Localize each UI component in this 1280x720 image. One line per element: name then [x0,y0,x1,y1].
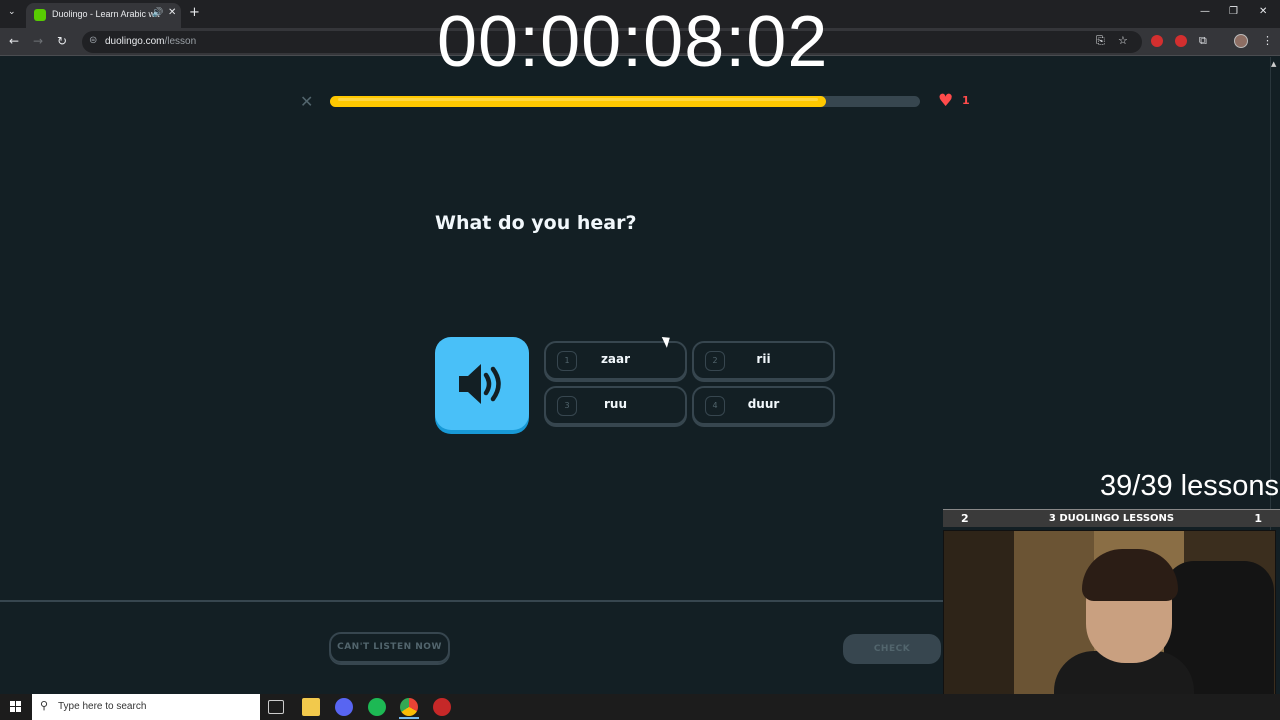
lesson-progress-fill [330,96,826,107]
discord-icon[interactable] [335,698,353,716]
choice-option-2[interactable]: 2 rii [692,341,835,380]
speaker-icon[interactable]: 🔊 [152,8,163,18]
obs-icon[interactable] [433,698,451,716]
challenge-prompt: What do you hear? [435,212,637,234]
chrome-icon[interactable] [400,698,418,716]
install-app-icon[interactable]: ⎘ [1096,34,1105,48]
bookmark-star-icon[interactable]: ☆ [1118,34,1128,47]
heart-icon: ♥ [938,91,954,111]
choice-label: duur [747,397,780,411]
tab-search-icon[interactable]: ⌄ [8,7,16,17]
windows-taskbar: ⚲ Type here to search [0,694,1280,720]
extensions-puzzle-icon[interactable]: ⧉ [1199,34,1207,48]
restore-icon[interactable]: ❐ [1229,6,1238,17]
forward-icon[interactable]: → [33,34,43,48]
tab-title: Duolingo - Learn Arabic with [52,9,160,19]
spotify-icon[interactable] [368,698,386,716]
extension-icon[interactable] [1151,35,1163,47]
back-icon[interactable]: ← [9,34,19,48]
choice-label: rii [756,352,771,366]
profile-avatar[interactable] [1234,34,1248,48]
taskbar-search-placeholder: Type here to search [58,701,147,712]
url-text: duolingo.com/lesson [105,36,196,47]
choice-label: ruu [603,397,627,411]
check-button[interactable]: CHECK [843,634,941,664]
choice-label: zaar [600,352,631,366]
site-info-icon[interactable]: ⊜ [89,35,97,46]
webcam-background [944,531,1014,714]
task-view-icon[interactable] [268,700,284,714]
progress-shine [338,98,818,101]
lessons-counter: 39/39 lessons [1100,470,1279,502]
choice-option-3[interactable]: 3 ruu [544,386,687,425]
chrome-active-indicator [399,717,419,719]
file-explorer-icon[interactable] [302,698,320,716]
banner-title: 3 DUOLINGO LESSONS [1048,513,1175,524]
webcam-feed [943,530,1276,715]
close-tab-icon[interactable]: ✕ [168,7,176,18]
stream-banner: 2 3 DUOLINGO LESSONS 1 [943,509,1280,527]
menu-kebab-icon[interactable]: ⋮ [1262,34,1273,47]
reload-icon[interactable]: ↻ [57,34,67,48]
lesson-progress-bar [330,96,920,107]
search-icon: ⚲ [40,699,49,712]
minimize-icon[interactable]: — [1200,6,1210,17]
speaker-icon [459,364,501,404]
banner-right-count: 1 [1254,512,1262,525]
duolingo-favicon-icon [34,9,46,21]
adblock-icon[interactable] [1175,35,1187,47]
hearts-count: 1 [962,94,970,107]
cant-listen-button[interactable]: CAN'T LISTEN NOW [329,632,450,663]
play-audio-button[interactable] [435,337,529,430]
scroll-up-arrow-icon[interactable]: ▲ [1271,60,1276,68]
windows-start-icon[interactable] [10,701,22,713]
url-path: /lesson [164,36,197,47]
quit-lesson-icon[interactable]: ✕ [300,92,313,111]
url-host: duolingo.com [105,36,165,47]
browser-tab[interactable]: Duolingo - Learn Arabic with 🔊 ✕ [26,3,181,28]
close-window-icon[interactable]: ✕ [1259,6,1267,17]
speedrun-timer: 00:00:08:02 [437,2,829,82]
new-tab-icon[interactable]: + [189,5,200,20]
taskbar-search[interactable]: ⚲ Type here to search [32,694,260,720]
choice-option-4[interactable]: 4 duur [692,386,835,425]
